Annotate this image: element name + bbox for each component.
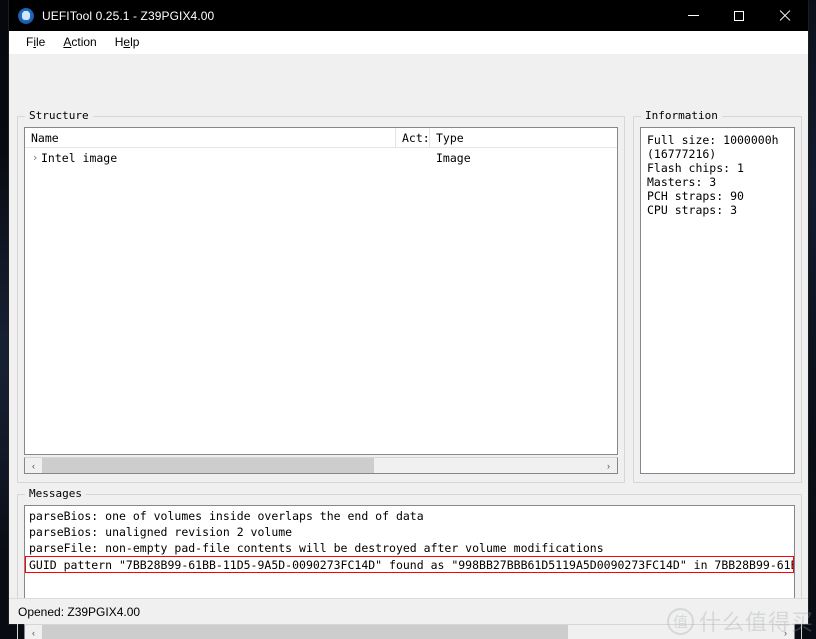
list-item[interactable]: parseFile: non-empty pad-file contents w… xyxy=(25,540,794,556)
messages-panel-title: Messages xyxy=(25,487,86,500)
chevron-right-icon[interactable]: › xyxy=(29,151,41,164)
structure-scroll-track[interactable] xyxy=(42,458,600,473)
window-title: UEFITool 0.25.1 - Z39PGIX4.00 xyxy=(42,8,215,23)
messages-list-body: parseBios: one of volumes inside overlap… xyxy=(25,506,794,573)
scroll-left-icon[interactable]: ‹ xyxy=(25,458,42,473)
table-row[interactable]: › Intel image Image xyxy=(25,148,617,167)
information-panel: Information Full size: 1000000h (1677721… xyxy=(633,109,802,483)
minimize-icon xyxy=(687,15,699,16)
structure-scroll-thumb[interactable] xyxy=(42,458,374,473)
scroll-right-icon[interactable]: › xyxy=(600,458,617,473)
list-item[interactable]: parseBios: unaligned revision 2 volume xyxy=(25,524,794,540)
scroll-left-icon[interactable]: ‹ xyxy=(25,625,42,639)
close-button[interactable] xyxy=(762,0,808,31)
maximize-button[interactable] xyxy=(716,0,762,31)
list-item[interactable]: parseBios: one of volumes inside overlap… xyxy=(25,508,794,524)
messages-scroll-thumb[interactable] xyxy=(42,625,568,639)
messages-horizontal-scrollbar[interactable]: ‹ › xyxy=(24,624,795,639)
tree-header: Name Act: Type xyxy=(25,128,617,148)
scroll-right-icon[interactable]: › xyxy=(777,625,794,639)
client-area: Structure Name Act: Type › Intel image I… xyxy=(9,54,808,639)
status-bar: Opened: Z39PGIX4.00 xyxy=(9,598,808,624)
structure-horizontal-scrollbar[interactable]: ‹ › xyxy=(24,457,618,474)
menu-bar: File Action Help xyxy=(9,31,808,54)
structure-tree[interactable]: Name Act: Type › Intel image Image xyxy=(24,127,618,455)
status-text: Opened: Z39PGIX4.00 xyxy=(18,604,141,619)
tree-cell-type: Image xyxy=(436,150,471,165)
list-item-selected[interactable]: GUID pattern "7BB28B99-61BB-11D5-9A5D-00… xyxy=(25,556,794,573)
menu-action-post: ction xyxy=(71,35,97,49)
tree-item-label: Intel image xyxy=(41,150,118,165)
menu-help-post: lp xyxy=(130,35,140,49)
menu-item-file[interactable]: File xyxy=(17,33,54,51)
information-panel-title: Information xyxy=(641,109,722,122)
information-textbox[interactable]: Full size: 1000000h (16777216) Flash chi… xyxy=(640,127,795,474)
window-controls xyxy=(670,0,808,31)
menu-item-action[interactable]: Action xyxy=(54,33,105,51)
title-bar: UEFITool 0.25.1 - Z39PGIX4.00 xyxy=(9,0,808,31)
structure-panel: Structure Name Act: Type › Intel image I… xyxy=(17,109,625,483)
close-icon xyxy=(779,10,791,22)
messages-scroll-track[interactable] xyxy=(42,625,777,639)
tree-column-type[interactable]: Type xyxy=(430,128,617,148)
tree-cell-name: › Intel image xyxy=(25,151,396,165)
tree-body: › Intel image Image xyxy=(25,148,617,167)
uefitool-window: UEFITool 0.25.1 - Z39PGIX4.00 File Actio… xyxy=(8,0,809,639)
menu-file-post: le xyxy=(36,35,46,49)
tree-column-name[interactable]: Name xyxy=(25,128,396,148)
gear-icon xyxy=(18,7,34,24)
information-text: Full size: 1000000h (16777216) Flash chi… xyxy=(647,133,779,217)
structure-panel-title: Structure xyxy=(25,109,93,122)
tree-column-act[interactable]: Act: xyxy=(396,128,430,148)
maximize-icon xyxy=(734,10,744,21)
menu-item-help[interactable]: Help xyxy=(106,33,149,51)
minimize-button[interactable] xyxy=(670,0,716,31)
